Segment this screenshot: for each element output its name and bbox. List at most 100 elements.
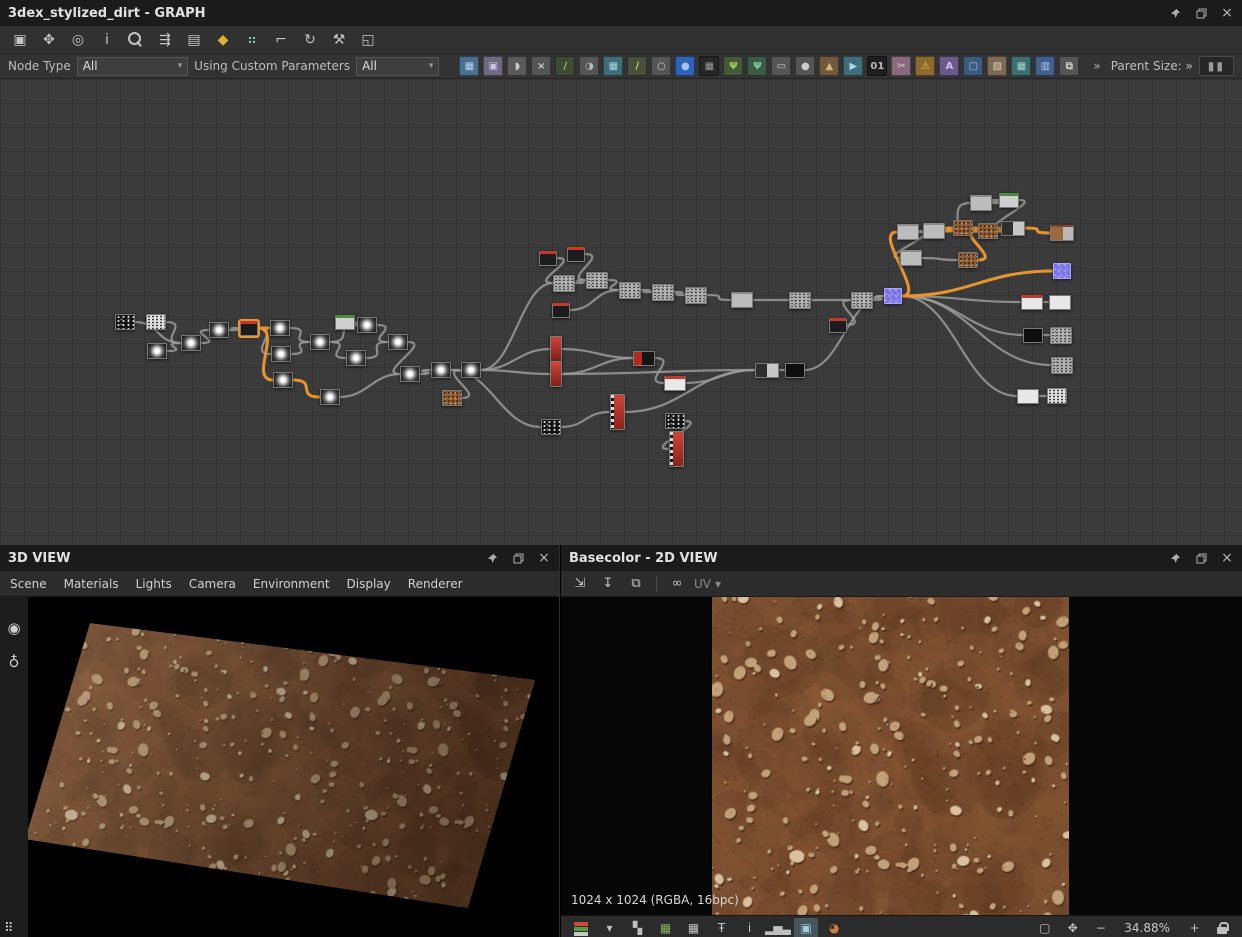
straighten-connections-icon[interactable]: ⌐ [269,29,293,51]
graph-node[interactable] [541,419,561,435]
node-filter-icon[interactable]: ▣ [483,56,503,76]
graph-node[interactable] [665,413,685,429]
graph-node[interactable] [461,362,481,378]
node-filter-icon[interactable]: ▦ [1011,56,1031,76]
graph-node[interactable] [755,363,779,378]
transform-gizmo-icon[interactable]: ✥ [37,29,61,51]
node-filter-icon[interactable]: 01 [867,56,887,76]
node-filter-icon[interactable]: ▨ [987,56,1007,76]
node-filter-icon[interactable]: ∕ [627,56,647,76]
graph-node[interactable] [550,336,562,362]
info-icon[interactable]: i [95,29,119,51]
node-filter-icon[interactable]: ✂ [891,56,911,76]
fit-view-icon[interactable]: ▢ [1032,918,1056,937]
float-window-icon[interactable] [1194,551,1208,565]
graph-node[interactable] [789,292,811,309]
node-filter-icon[interactable]: A [939,56,959,76]
node-filter-icon[interactable]: ▲ [819,56,839,76]
graph-node[interactable] [1001,221,1025,236]
graph-node[interactable] [553,275,575,292]
graph-node[interactable] [829,318,847,333]
graph-node[interactable] [633,351,655,366]
node-filter-icon[interactable]: ● [795,56,815,76]
filter-overflow-chevron[interactable]: » [1093,59,1100,73]
graph-node[interactable] [664,376,686,391]
graph-node[interactable] [897,224,919,240]
save-image-icon[interactable]: ↧ [597,574,619,594]
graph-node[interactable] [273,372,293,388]
graph-node[interactable] [1053,263,1071,279]
node-filter-icon[interactable]: ⚠ [915,56,935,76]
custom-params-select[interactable]: All ▾ [356,57,439,76]
graph-node[interactable] [884,288,902,304]
node-filter-icon[interactable]: ▢ [963,56,983,76]
node-filter-icon[interactable]: ◗ [507,56,527,76]
menu-item-lights[interactable]: Lights [136,577,172,591]
uv-mode-select[interactable]: UV ▾ [694,577,721,591]
graph-node[interactable] [271,346,291,362]
3d-viewport[interactable]: ◉ ♁ ⠿ [0,597,559,937]
graph-node[interactable] [1047,388,1067,404]
graph-node[interactable] [1050,327,1072,344]
node-filter-icon[interactable]: ▦ [699,56,719,76]
light-icon[interactable]: ♁ [9,653,20,671]
node-filter-icon[interactable]: ▶ [843,56,863,76]
outliner-toggle-icon[interactable]: ⠿ [4,921,14,936]
float-window-icon[interactable] [1194,6,1208,20]
camera-icon[interactable]: ◉ [7,619,20,637]
graph-node[interactable] [851,292,873,309]
menu-item-materials[interactable]: Materials [64,577,119,591]
parent-size-button[interactable]: ▮▮ [1199,56,1234,76]
pan-view-icon[interactable]: ✥ [1060,918,1084,937]
node-filter-icon[interactable]: ▦ [603,56,623,76]
basecolor-texture-image[interactable] [712,597,1069,915]
node-filter-icon[interactable]: ▦ [459,56,479,76]
channels-dropdown-chevron[interactable]: ▾ [597,918,621,937]
graph-node[interactable] [1050,225,1074,241]
node-filter-icon[interactable]: ⧉ [1059,56,1079,76]
zoom-out-icon[interactable]: − [1088,918,1112,937]
graph-node[interactable] [539,251,557,266]
graph-node[interactable] [400,366,420,382]
layers-stack-icon[interactable] [569,918,593,937]
font-size-icon[interactable]: Ŧ [709,918,733,937]
export-nodes-icon[interactable]: ⇶ [153,29,177,51]
graph-node[interactable] [1051,357,1073,374]
menu-item-scene[interactable]: Scene [10,577,47,591]
export-image-icon[interactable]: ⇲ [569,574,591,594]
library-view-icon[interactable]: ▤ [182,29,206,51]
graph-node[interactable] [346,350,366,366]
graph-node[interactable] [652,284,674,301]
background-checker-icon[interactable]: ▚ [625,918,649,937]
image-info-icon[interactable]: ▣ [794,918,818,937]
snapshot-icon[interactable]: ◎ [66,29,90,51]
graph-node[interactable] [900,250,922,266]
tiling-icon[interactable]: ▦ [653,918,677,937]
graph-node[interactable] [1049,295,1071,310]
zoom-in-icon[interactable]: + [1182,918,1206,937]
graph-node[interactable] [610,394,625,430]
graph-node[interactable] [550,361,562,387]
graph-node[interactable] [320,389,340,405]
graph-canvas[interactable] [0,79,1242,545]
pin-icon[interactable] [1168,551,1182,565]
graph-node[interactable] [669,431,684,467]
node-filter-icon[interactable]: ○ [651,56,671,76]
graph-node[interactable] [1023,328,1043,343]
node-filter-icon[interactable]: Ψ [723,56,743,76]
graph-node[interactable] [785,363,805,378]
graph-node[interactable] [586,272,608,289]
menu-item-renderer[interactable]: Renderer [408,577,463,591]
menu-item-camera[interactable]: Camera [189,577,236,591]
float-window-icon[interactable] [511,551,525,565]
node-filter-icon[interactable]: ∕ [555,56,575,76]
graph-node[interactable] [181,335,201,351]
node-filter-icon[interactable]: ◑ [579,56,599,76]
node-filter-icon[interactable]: ▭ [771,56,791,76]
graph-node[interactable] [731,292,753,308]
node-filter-icon[interactable]: ● [675,56,695,76]
graph-node[interactable] [953,220,973,236]
graph-node[interactable] [388,334,408,350]
graph-node[interactable] [270,320,290,336]
menu-item-display[interactable]: Display [347,577,391,591]
